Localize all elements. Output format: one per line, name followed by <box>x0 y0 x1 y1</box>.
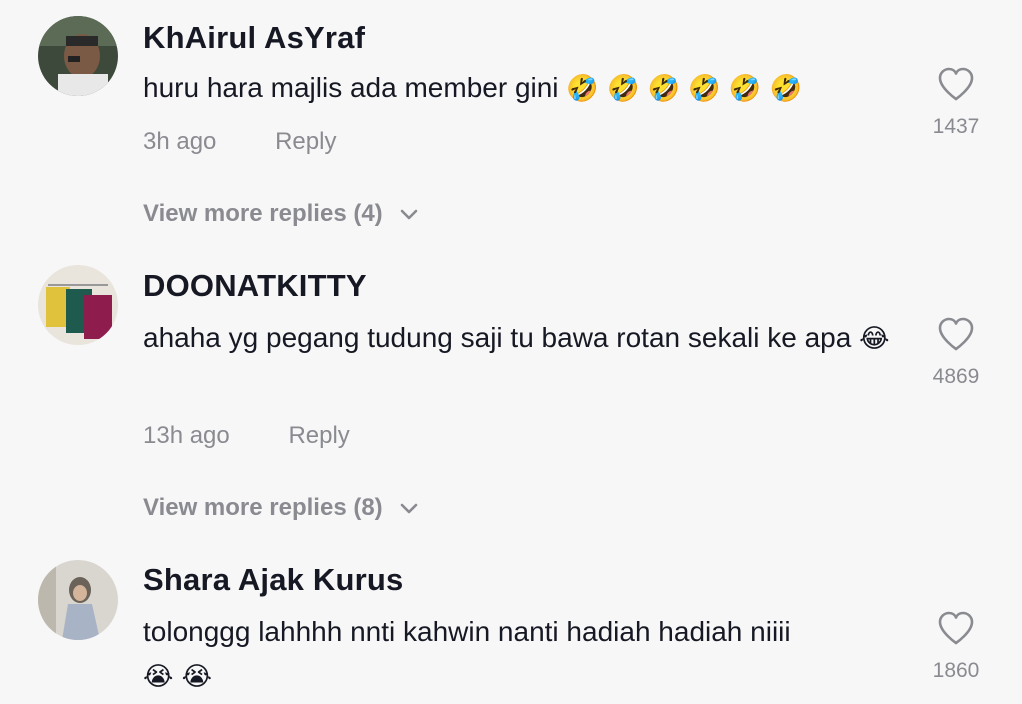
like-count: 4869 <box>932 365 980 388</box>
comment-body: huru hara majlis ada member gini <box>143 72 559 103</box>
comment-timestamp: 13h ago <box>143 422 230 449</box>
like-button[interactable]: 1437 <box>916 66 996 139</box>
comment-username[interactable]: Shara Ajak Kurus <box>143 562 403 598</box>
like-count: 1437 <box>932 115 980 138</box>
comment-meta: 13h ago Reply <box>143 422 350 450</box>
view-more-replies-button[interactable]: View more replies (8) <box>143 494 419 522</box>
comment-text: ahaha yg pegang tudung saji tu bawa rota… <box>143 316 903 360</box>
comment-body: tolonggg lahhhh nnti kahwin nanti hadiah… <box>143 616 791 647</box>
emoji-loudly-crying-icon: 😭 😭 <box>143 662 213 692</box>
chevron-down-icon <box>401 209 418 219</box>
like-button[interactable]: 4869 <box>916 316 996 389</box>
comment-username[interactable]: DOONATKITTY <box>143 268 367 304</box>
heart-outline-icon <box>938 317 974 351</box>
view-more-replies-button[interactable]: View more replies (4) <box>143 200 419 228</box>
avatar[interactable] <box>38 560 118 640</box>
reply-button[interactable]: Reply <box>288 422 349 449</box>
like-count: 1860 <box>932 659 980 682</box>
comment-meta: 3h ago Reply <box>143 128 336 156</box>
comment-text: huru hara majlis ada member gini 🤣 🤣 🤣 🤣… <box>143 66 903 110</box>
view-more-replies-label: View more replies (8) <box>143 494 383 521</box>
chevron-down-icon <box>401 503 418 513</box>
heart-outline-icon <box>938 67 974 101</box>
view-more-replies-label: View more replies (4) <box>143 200 383 227</box>
comment-username[interactable]: KhAirul AsYraf <box>143 20 365 56</box>
comment-body: ahaha yg pegang tudung saji tu bawa rota… <box>143 322 852 353</box>
avatar[interactable] <box>38 16 118 96</box>
heart-outline-icon <box>938 611 974 645</box>
emoji-rofl-icon: 🤣 🤣 🤣 🤣 🤣 🤣 <box>566 74 802 104</box>
comment-text: tolonggg lahhhh nnti kahwin nanti hadiah… <box>143 610 903 698</box>
avatar[interactable] <box>38 265 118 345</box>
emoji-joy-icon: 😂 <box>859 324 890 354</box>
like-button[interactable]: 1860 <box>916 610 996 683</box>
comment-timestamp: 3h ago <box>143 128 217 155</box>
reply-button[interactable]: Reply <box>275 128 336 155</box>
